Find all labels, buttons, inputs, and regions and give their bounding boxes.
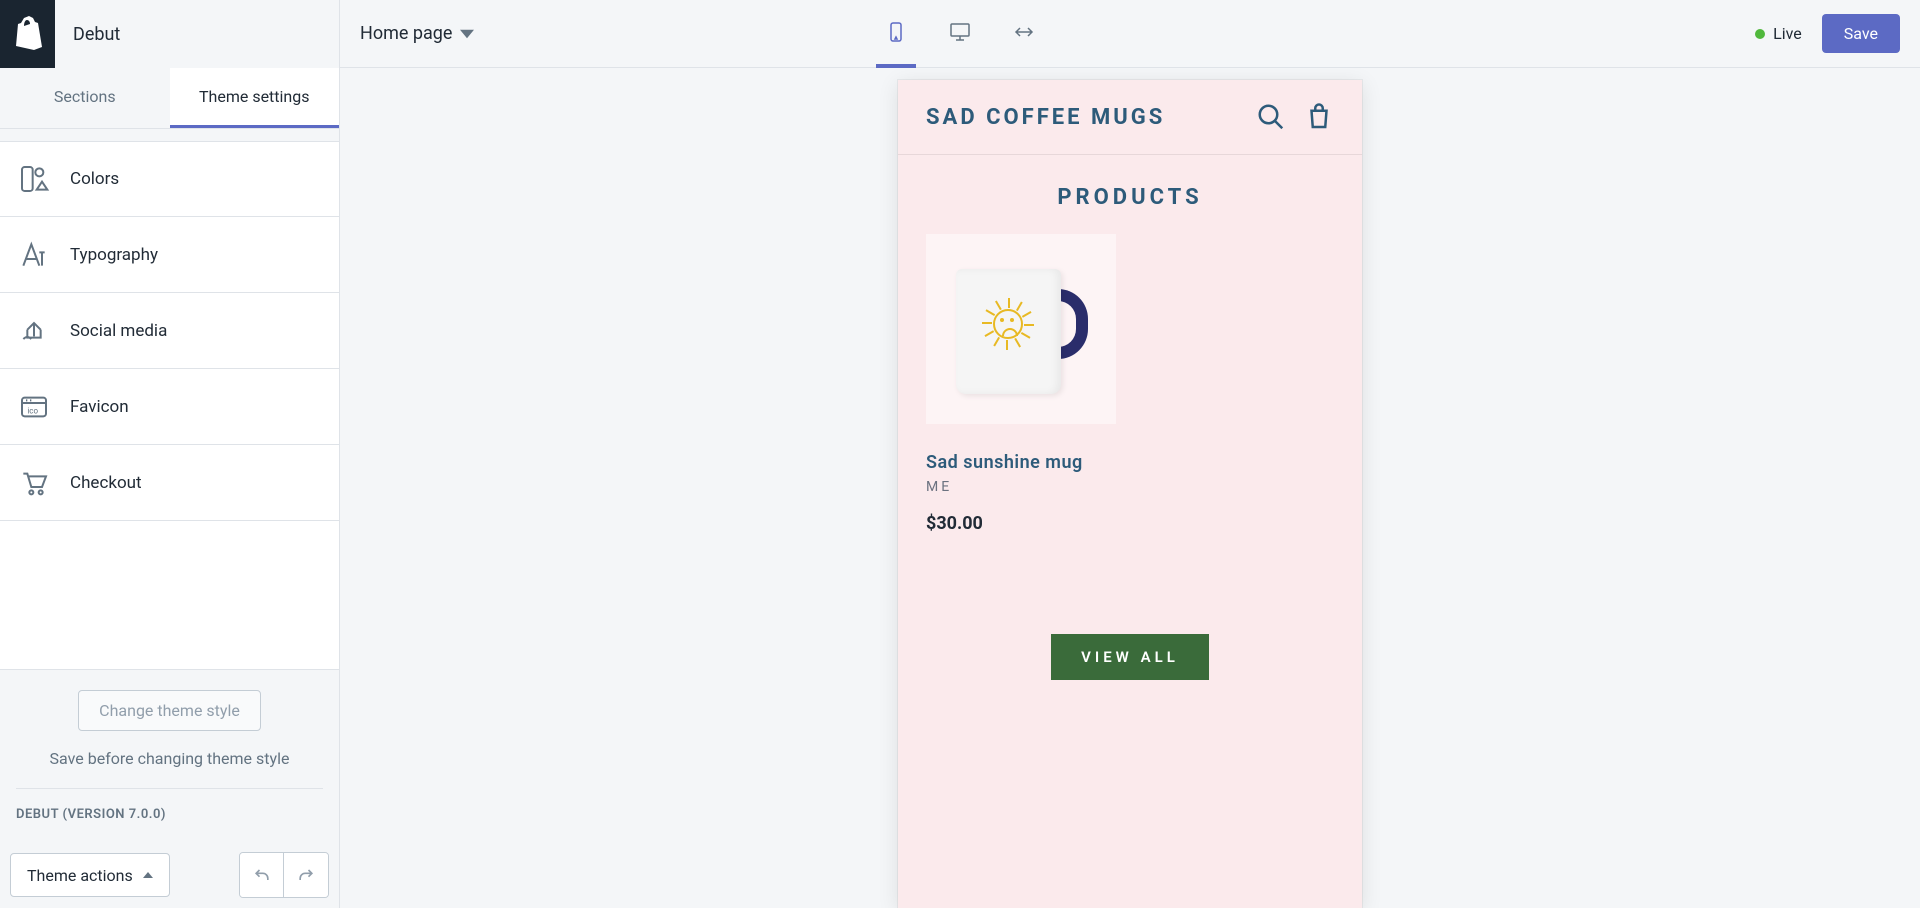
topbar-right: Live Save xyxy=(1755,14,1900,53)
fullwidth-icon xyxy=(1012,20,1036,44)
sidebar: Debut Sections Theme settings Colors Typ… xyxy=(0,0,340,908)
settings-label: Social media xyxy=(70,321,167,341)
search-icon[interactable] xyxy=(1256,102,1286,132)
settings-item-social[interactable]: Social media xyxy=(0,293,339,369)
product-image xyxy=(926,234,1116,424)
caret-up-icon xyxy=(143,872,153,878)
product-title: Sad sunshine mug xyxy=(926,452,1116,473)
tab-sections[interactable]: Sections xyxy=(0,68,170,128)
save-hint-text: Save before changing theme style xyxy=(16,749,323,768)
product-vendor: ME xyxy=(926,479,1116,495)
product-grid: Sad sunshine mug ME $30.00 xyxy=(898,234,1362,534)
page-selector[interactable]: Home page xyxy=(360,23,474,44)
sidebar-header: Debut xyxy=(0,0,339,68)
live-indicator: Live xyxy=(1755,24,1802,43)
product-card[interactable]: Sad sunshine mug ME $30.00 xyxy=(926,234,1116,534)
checkout-icon xyxy=(18,467,50,499)
topbar: Home page Live Save xyxy=(340,0,1920,68)
mobile-icon xyxy=(884,20,908,44)
view-all-button[interactable]: VIEW ALL xyxy=(1051,634,1209,680)
settings-item-checkout[interactable]: Checkout xyxy=(0,445,339,521)
viewport-mobile-button[interactable] xyxy=(876,0,916,68)
change-theme-button[interactable]: Change theme style xyxy=(78,690,261,731)
shopify-logo[interactable] xyxy=(0,0,55,68)
undo-button[interactable] xyxy=(240,853,284,897)
page-selector-label: Home page xyxy=(360,23,452,44)
settings-label: Checkout xyxy=(70,473,142,493)
settings-label: Favicon xyxy=(70,397,129,417)
theme-name: Debut xyxy=(55,24,120,45)
undo-redo-group xyxy=(239,852,329,898)
settings-label: Colors xyxy=(70,169,119,189)
live-label: Live xyxy=(1773,24,1802,43)
live-dot-icon xyxy=(1755,29,1765,39)
settings-label: Typography xyxy=(70,245,158,265)
mug-illustration xyxy=(946,259,1096,399)
social-icon xyxy=(18,315,50,347)
viewport-fullwidth-button[interactable] xyxy=(1004,0,1044,68)
mobile-preview-frame[interactable]: SAD COFFEE MUGS PRODUCTS xyxy=(898,80,1362,908)
product-price: $30.00 xyxy=(926,513,1116,534)
redo-button[interactable] xyxy=(284,853,328,897)
redo-icon xyxy=(296,865,316,885)
cart-icon[interactable] xyxy=(1304,102,1334,132)
divider xyxy=(16,788,323,789)
chevron-down-icon xyxy=(460,27,474,41)
version-text: DEBUT (VERSION 7.0.0) xyxy=(16,807,323,822)
sidebar-footer: Theme actions xyxy=(0,842,339,908)
settings-item-typography[interactable]: Typography xyxy=(0,217,339,293)
tab-theme-settings[interactable]: Theme settings xyxy=(170,68,340,128)
theme-actions-label: Theme actions xyxy=(27,866,133,885)
favicon-icon: ico xyxy=(18,391,50,423)
desktop-icon xyxy=(948,20,972,44)
section-title: PRODUCTS xyxy=(898,155,1362,234)
theme-actions-button[interactable]: Theme actions xyxy=(10,853,170,897)
main: Home page Live Save SAD xyxy=(340,0,1920,908)
settings-item-favicon[interactable]: ico Favicon xyxy=(0,369,339,445)
typography-icon xyxy=(18,239,50,271)
store-title[interactable]: SAD COFFEE MUGS xyxy=(926,105,1165,130)
save-button[interactable]: Save xyxy=(1822,14,1900,53)
settings-list: Colors Typography Social media ico Favic… xyxy=(0,141,339,669)
tabs: Sections Theme settings xyxy=(0,68,339,129)
sidebar-lower: Change theme style Save before changing … xyxy=(0,669,339,842)
colors-icon xyxy=(18,163,50,195)
store-header: SAD COFFEE MUGS xyxy=(898,80,1362,155)
settings-item-colors[interactable]: Colors xyxy=(0,141,339,217)
undo-icon xyxy=(252,865,272,885)
store-header-icons xyxy=(1256,102,1334,132)
viewport-buttons xyxy=(876,0,1044,68)
shopify-icon xyxy=(12,16,44,52)
svg-text:ico: ico xyxy=(27,406,38,415)
preview-area: SAD COFFEE MUGS PRODUCTS xyxy=(340,68,1920,908)
viewport-desktop-button[interactable] xyxy=(940,0,980,68)
